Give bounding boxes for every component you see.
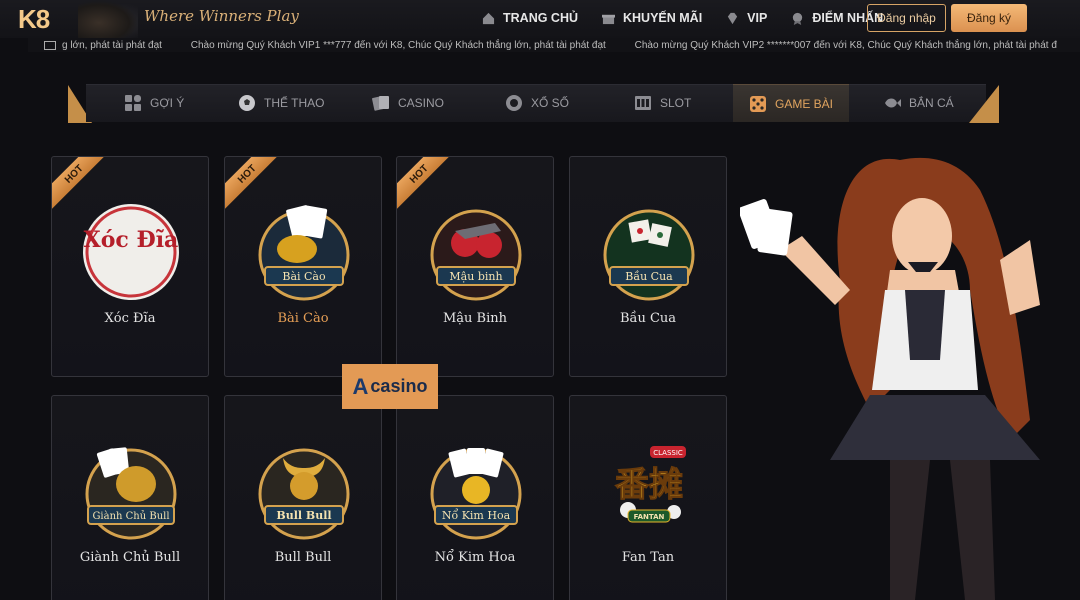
top-header: K8 Where Winners Play TRANG CHỦ KHUYẾN M… bbox=[0, 0, 1080, 38]
no-kim-hoa-art-text: Nổ Kim Hoa bbox=[442, 509, 511, 522]
game-card-fan-tan[interactable]: CLASSIC 番摊 FANTAN Fan Tan bbox=[569, 395, 727, 600]
tab-label: XỔ SỐ bbox=[531, 96, 570, 110]
no-kim-hoa-game-icon: Nổ Kim Hoa bbox=[430, 448, 522, 540]
game-name: Bài Cào bbox=[277, 311, 329, 326]
cards-icon bbox=[372, 96, 389, 111]
tab-card-games[interactable]: GAME BÀI bbox=[733, 84, 850, 122]
register-button[interactable]: Đăng ký bbox=[951, 4, 1027, 32]
nav-label: VIP bbox=[747, 11, 768, 25]
nav-item-promotions[interactable]: KHUYẾN MÃI bbox=[602, 11, 702, 25]
casino-watermark-logo: A casino bbox=[342, 364, 438, 409]
watermark-a-mark: A bbox=[352, 373, 369, 399]
marquee-message: g lớn, phát tài phát đạt bbox=[62, 39, 162, 51]
gianh-chu-bull-game-icon: Giành Chủ Bull bbox=[85, 447, 177, 540]
game-card-bau-cua[interactable]: Bầu Cua Bầu Cua bbox=[569, 156, 727, 377]
game-name: Nổ Kim Hoa bbox=[434, 550, 516, 565]
nav-label: TRANG CHỦ bbox=[503, 11, 578, 25]
watermark-text: casino bbox=[370, 376, 428, 396]
fan-tan-art-text: 番摊 bbox=[615, 465, 683, 505]
fan-tan-game-icon: CLASSIC 番摊 FANTAN bbox=[615, 446, 686, 523]
login-button[interactable]: Đăng nhập bbox=[867, 4, 946, 32]
lottery-ball-icon bbox=[506, 95, 522, 111]
k8-logo[interactable]: K8 bbox=[18, 4, 50, 35]
marquee-message: Chào mừng Quý Khách VIP1 ***777 đến với … bbox=[190, 39, 606, 51]
bull-bull-art-text: Bull Bull bbox=[276, 509, 331, 522]
tab-sports[interactable]: THỂ THAO bbox=[238, 84, 324, 122]
tab-slot[interactable]: SLOT bbox=[634, 84, 691, 122]
game-name: Xóc Đĩa bbox=[104, 311, 156, 326]
grid-icon bbox=[125, 95, 141, 111]
tab-label: SLOT bbox=[660, 96, 692, 110]
tab-label: CASINO bbox=[398, 96, 445, 110]
diamond-icon bbox=[728, 12, 738, 24]
game-name: Mậu Binh bbox=[442, 311, 508, 326]
tab-suggestions[interactable]: GỢI Ý bbox=[124, 84, 184, 122]
game-card-xoc-dia[interactable]: HOT Xóc Đĩa Xóc Đĩa bbox=[51, 156, 209, 377]
xoc-dia-game-icon: Xóc Đĩa bbox=[83, 204, 179, 300]
game-card-bai-cao[interactable]: HOT Bài Cào Bài Cào bbox=[224, 156, 382, 377]
tagline: Where Winners Play bbox=[144, 7, 299, 25]
gift-icon bbox=[602, 14, 615, 24]
gianh-chu-bull-art-text: Giành Chủ Bull bbox=[92, 511, 169, 522]
tab-label: GAME BÀI bbox=[775, 96, 834, 111]
dice-icon bbox=[750, 95, 766, 112]
dealer-illustration bbox=[740, 157, 1040, 600]
nav-label: KHUYẾN MÃI bbox=[623, 11, 703, 25]
tab-label: THỂ THAO bbox=[264, 96, 325, 110]
game-card-no-kim-hoa[interactable]: Nổ Kim Hoa Nổ Kim Hoa bbox=[396, 395, 554, 600]
game-name: Giành Chủ Bull bbox=[79, 550, 181, 565]
bau-cua-art-text: Bầu Cua bbox=[625, 270, 673, 283]
xoc-dia-art-text: Xóc Đĩa bbox=[84, 227, 179, 253]
tabs-right-ornament bbox=[969, 85, 999, 123]
tab-label: GỢI Ý bbox=[150, 96, 185, 110]
bull-bull-game-icon: Bull Bull bbox=[258, 448, 350, 540]
bai-cao-game-icon: Bài Cào bbox=[258, 205, 350, 301]
marquee-text: g lớn, phát tài phát đạt Chào mừng Quý K… bbox=[62, 40, 1080, 51]
fish-icon bbox=[885, 98, 901, 108]
bai-cao-art-text: Bài Cào bbox=[282, 270, 326, 283]
game-card-mau-binh[interactable]: HOT Mậu binh Mậu Binh bbox=[396, 156, 554, 377]
tab-lottery[interactable]: XỔ SỐ bbox=[505, 84, 569, 122]
tab-casino[interactable]: CASINO bbox=[372, 84, 444, 122]
brand-ambassadors-image bbox=[78, 0, 138, 38]
home-icon bbox=[482, 12, 495, 24]
nav-item-vip[interactable]: VIP bbox=[726, 11, 767, 25]
medal-icon bbox=[793, 12, 803, 25]
marquee-message: Chào mừng Quý Khách VIP2 *******007 đến … bbox=[634, 39, 1057, 51]
mau-binh-art-text: Mậu binh bbox=[449, 270, 502, 283]
tab-fishing[interactable]: BẮN CÁ bbox=[883, 84, 954, 122]
game-card-bull-bull[interactable]: Bull Bull Bull Bull bbox=[224, 395, 382, 600]
main-nav: TRANG CHỦ KHUYẾN MÃI VIP ĐIỂM NHẤN bbox=[482, 0, 907, 36]
bau-cua-game-icon: Bầu Cua bbox=[603, 209, 695, 301]
game-name: Bull Bull bbox=[274, 550, 332, 565]
fan-tan-classic-label: CLASSIC bbox=[653, 449, 683, 457]
tab-label: BẮN CÁ bbox=[909, 96, 954, 110]
game-card-gianh-chu-bull[interactable]: Giành Chủ Bull Giành Chủ Bull bbox=[51, 395, 209, 600]
slot-icon bbox=[635, 96, 651, 110]
game-name: Bầu Cua bbox=[619, 311, 677, 326]
game-name: Fan Tan bbox=[621, 550, 675, 565]
announcement-marquee: g lớn, phát tài phát đạt Chào mừng Quý K… bbox=[28, 38, 1080, 52]
fan-tan-badge-label: FANTAN bbox=[634, 513, 665, 521]
mail-icon bbox=[44, 40, 56, 50]
mau-binh-game-icon: Mậu binh bbox=[430, 209, 522, 301]
soccer-ball-icon bbox=[239, 95, 255, 111]
nav-item-home[interactable]: TRANG CHỦ bbox=[482, 11, 578, 25]
